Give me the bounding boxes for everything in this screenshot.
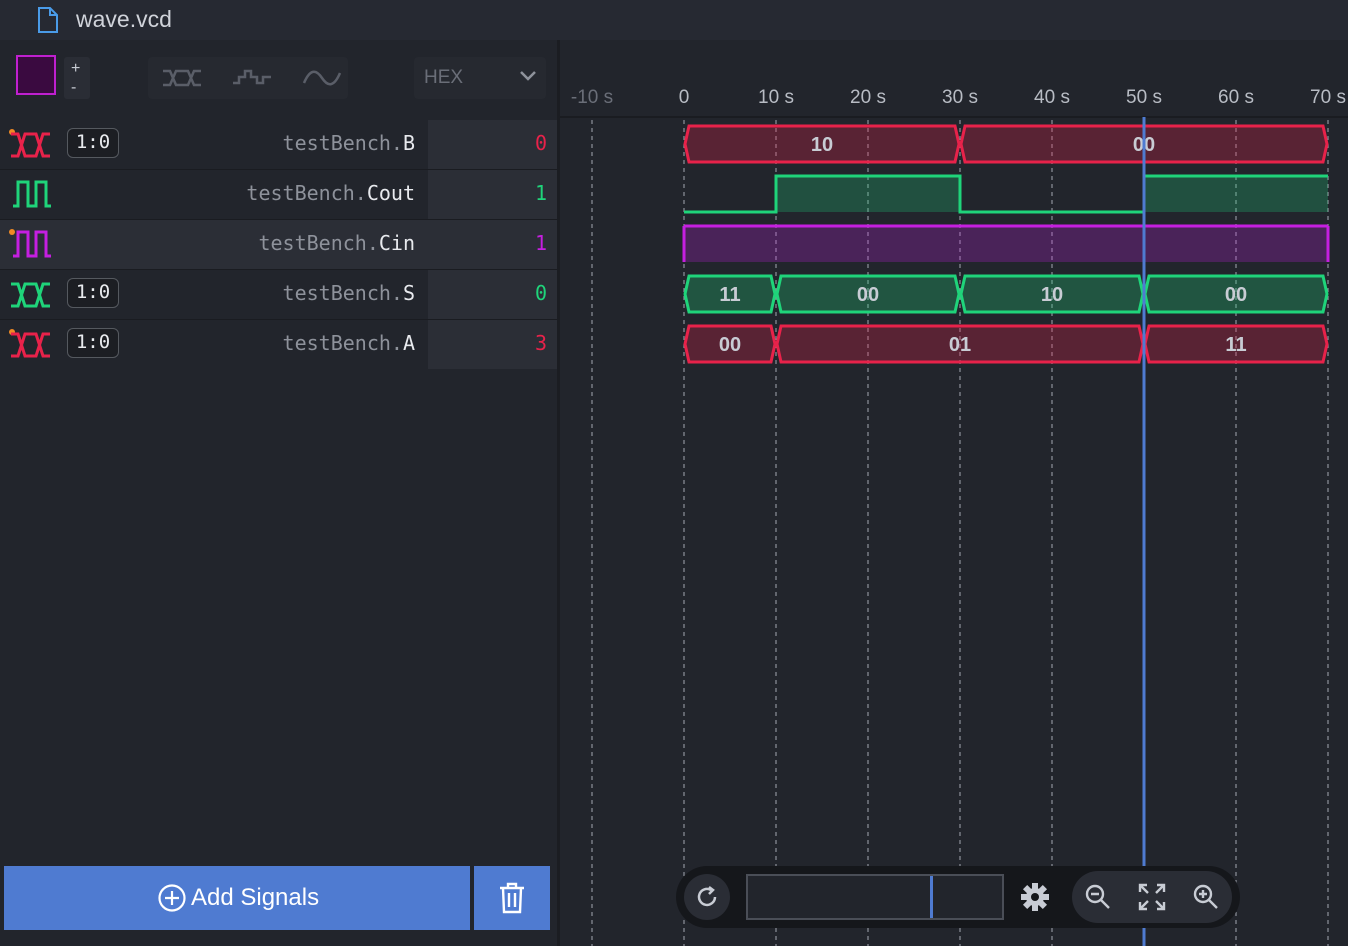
file-icon	[36, 6, 60, 39]
signal-name: testBench.B	[282, 131, 415, 155]
signal-row-b[interactable]: 1:0 testBench.B 0	[0, 120, 557, 169]
time-range-slider[interactable]	[746, 874, 1004, 920]
value-cell: 3	[428, 320, 557, 369]
bus-signal-icon	[8, 276, 54, 317]
tick-label: 0	[679, 87, 690, 108]
bus-value-label: 11	[1225, 334, 1246, 356]
trash-icon	[500, 882, 524, 914]
render-mode-group	[148, 57, 348, 99]
zoom-in-icon[interactable]	[1192, 883, 1220, 916]
add-signals-label: Add Signals	[191, 884, 320, 911]
bus-signal-icon	[8, 126, 54, 167]
bit-high-fill	[776, 176, 960, 212]
signal-name: testBench.A	[282, 331, 415, 355]
timeline-controls	[676, 866, 1240, 928]
bit-high-fill	[684, 226, 1328, 262]
gear-icon[interactable]	[1020, 882, 1050, 917]
bus-render-icon[interactable]	[162, 67, 202, 94]
color-picker-swatch[interactable]	[16, 55, 56, 95]
bus-value-label: 00	[719, 334, 741, 356]
chevron-down-icon	[518, 69, 538, 88]
tick-label: 20 s	[850, 87, 886, 108]
tick-label: -10 s	[571, 87, 613, 108]
radix-value: HEX	[424, 67, 464, 88]
waveform-viewer[interactable]: -10 s 0 10 s 20 s 30 s 40 s 50 s 60 s 70 s 10 00 11…	[560, 40, 1348, 946]
value-cell: 0	[428, 270, 557, 319]
step-render-icon[interactable]	[232, 67, 272, 94]
signal-row-cout[interactable]: testBench.Cout 1	[0, 170, 557, 219]
bit-width-badge: 1:0	[67, 328, 119, 358]
tick-label: 60 s	[1218, 87, 1254, 108]
signal-value: 3	[534, 331, 547, 355]
signal-value: 1	[534, 181, 547, 205]
bus-value-label: 10	[1041, 284, 1063, 306]
increase-button[interactable]: +	[71, 61, 80, 77]
tab-title[interactable]: wave.vcd	[76, 6, 172, 33]
zoom-out-icon[interactable]	[1084, 883, 1112, 916]
title-bar: wave.vcd	[0, 0, 1348, 40]
add-signals-button[interactable]: Add Signals	[4, 866, 470, 930]
refresh-button[interactable]	[684, 874, 730, 920]
bit-signal-icon	[8, 226, 54, 267]
signal-row-a[interactable]: 1:0 testBench.A 3	[0, 320, 557, 369]
bit-signal-icon	[8, 176, 54, 217]
signal-value: 0	[534, 131, 547, 155]
tick-label: 30 s	[942, 87, 978, 108]
cursor-indicator	[930, 876, 933, 918]
signal-name: testBench.S	[282, 281, 415, 305]
waveform-canvas[interactable]: -10 s 0 10 s 20 s 30 s 40 s 50 s 60 s 70 s 10 00 11…	[560, 40, 1348, 946]
bus-value-label: 11	[719, 284, 740, 306]
bus-value-label: 01	[949, 334, 971, 356]
bus-value-label: 10	[811, 134, 833, 156]
tick-label: 40 s	[1034, 87, 1070, 108]
signal-value: 0	[534, 281, 547, 305]
delete-button[interactable]	[474, 866, 550, 930]
refresh-icon	[697, 886, 717, 907]
signal-row-cin[interactable]: testBench.Cin 1	[0, 220, 557, 269]
tick-label: 10 s	[758, 87, 794, 108]
value-cell: 1	[428, 170, 557, 219]
bit-width-badge: 1:0	[67, 278, 119, 308]
radix-select[interactable]: HEX	[414, 57, 546, 99]
tick-label: 50 s	[1126, 87, 1162, 108]
signal-name: testBench.Cin	[258, 231, 415, 255]
value-cell: 0	[428, 120, 557, 169]
zoom-controls	[1072, 871, 1232, 923]
bus-signal-icon	[8, 326, 54, 367]
add-circle-icon	[157, 883, 187, 920]
value-cell: 1	[428, 220, 557, 269]
signal-value: 1	[534, 231, 547, 255]
analog-render-icon[interactable]	[302, 67, 342, 94]
height-stepper[interactable]: + -	[64, 57, 90, 99]
decrease-button[interactable]: -	[71, 80, 76, 96]
bit-high-fill	[1144, 176, 1328, 212]
bus-value-label: 00	[857, 284, 879, 306]
signal-row-s[interactable]: 1:0 testBench.S 0	[0, 270, 557, 319]
tick-label: 70 s	[1310, 87, 1346, 108]
signal-name: testBench.Cout	[246, 181, 415, 205]
zoom-fit-icon[interactable]	[1138, 883, 1166, 916]
bit-width-badge: 1:0	[67, 128, 119, 158]
bus-value-label: 00	[1225, 284, 1247, 306]
